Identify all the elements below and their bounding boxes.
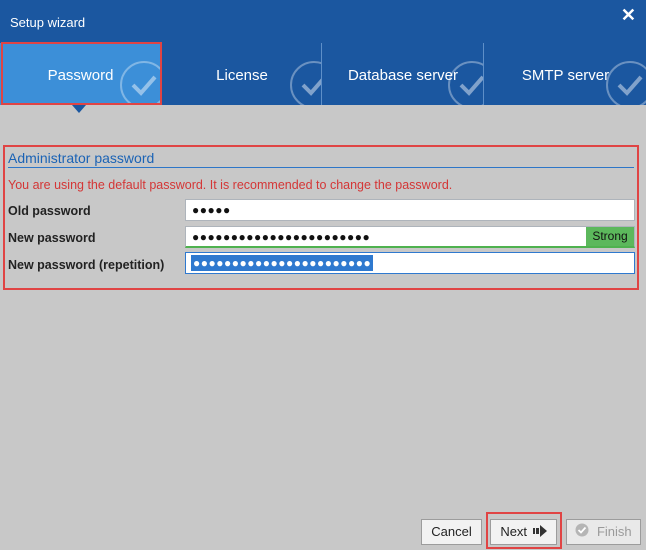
next-arrow-icon	[532, 521, 547, 545]
tab-license[interactable]: License	[161, 43, 322, 105]
section-divider	[8, 167, 634, 168]
finish-label: Finish	[596, 524, 632, 539]
cancel-button[interactable]: Cancel	[421, 519, 482, 545]
next-button[interactable]: Next	[490, 519, 557, 545]
active-tab-pointer	[72, 105, 86, 113]
new-password-field[interactable]: ●●●●●●●●●●●●●●●●●●●●●●● Strong	[185, 226, 635, 248]
old-password-value: ●●●●●	[192, 203, 231, 217]
next-label: Next	[500, 524, 528, 539]
repeat-password-label: New password (repetition)	[8, 258, 165, 272]
checkmark-icon	[606, 61, 646, 105]
checkmark-icon	[120, 61, 161, 105]
finish-check-icon	[575, 521, 589, 545]
finish-button: Finish	[566, 519, 641, 545]
repeat-password-field[interactable]: ●●●●●●●●●●●●●●●●●●●●●●●	[185, 252, 635, 274]
title-bar: Setup wizard ✕	[0, 0, 646, 43]
repeat-password-value: ●●●●●●●●●●●●●●●●●●●●●●●	[191, 255, 374, 271]
window-title: Setup wizard	[10, 15, 86, 30]
cancel-label: Cancel	[431, 524, 472, 539]
tab-database-server[interactable]: Database server	[321, 43, 484, 105]
old-password-field[interactable]: ●●●●●	[185, 199, 635, 221]
section-title: Administrator password	[8, 150, 155, 166]
tab-smtp-server[interactable]: SMTP server	[483, 43, 646, 105]
wizard-tabs: Password License Database server SMTP se…	[0, 43, 646, 105]
new-password-label: New password	[8, 231, 96, 245]
new-password-value: ●●●●●●●●●●●●●●●●●●●●●●●	[192, 230, 371, 244]
password-strength-badge: Strong	[586, 227, 634, 246]
old-password-label: Old password	[8, 204, 91, 218]
close-icon[interactable]: ✕	[621, 5, 636, 26]
tab-password[interactable]: Password	[0, 43, 161, 105]
warning-message: You are using the default password. It i…	[8, 178, 453, 192]
